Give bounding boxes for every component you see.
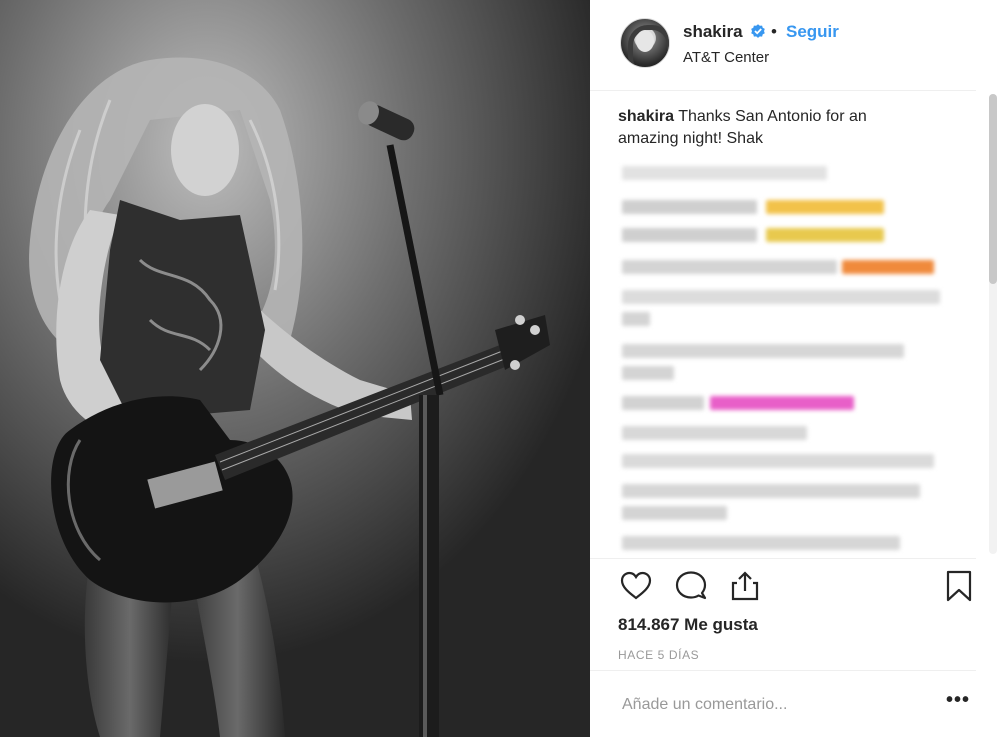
post-header: shakira • Seguir AT&T Center [590,0,976,91]
avatar-face [636,30,654,52]
blurred-comment [622,366,674,380]
blurred-comment [622,200,757,214]
username-link[interactable]: shakira [683,22,743,42]
heart-icon[interactable] [619,569,653,603]
post-photo[interactable] [0,0,590,737]
comment-input[interactable] [620,691,914,719]
likes-count[interactable]: 814.867 Me gusta [618,615,758,635]
location-link[interactable]: AT&T Center [683,49,769,66]
blurred-comment [622,166,827,180]
blurred-comment [622,484,920,498]
verified-badge-icon [751,24,765,38]
post-timestamp[interactable]: HACE 5 DÍAS [618,648,699,662]
follow-button[interactable]: Seguir [786,22,839,42]
bookmark-icon[interactable] [942,569,976,603]
add-comment-area: ••• [590,670,976,738]
comments-scrollbar[interactable] [989,94,997,554]
post-side-panel: shakira • Seguir AT&T Center shakira Tha… [590,0,1000,737]
comments-list[interactable]: shakira Thanks San Antonio for an amazin… [618,98,968,555]
blurred-comment [622,312,650,326]
post-caption: shakira Thanks San Antonio for an amazin… [618,106,918,150]
blurred-comment [622,426,807,440]
scrollbar-thumb[interactable] [989,94,997,284]
blurred-comment [622,506,727,520]
blurred-comment [622,290,940,304]
blurred-emoji [710,396,854,410]
blurred-comment [622,260,837,274]
blurred-comment [622,454,934,468]
more-options-icon[interactable]: ••• [946,689,970,712]
blurred-comment [622,536,900,550]
comment-bubble-icon[interactable] [674,569,708,603]
blurred-emoji [842,260,934,274]
concert-photo-illustration [0,0,590,737]
instagram-post: shakira • Seguir AT&T Center shakira Tha… [0,0,1000,737]
caption-username[interactable]: shakira [618,108,674,125]
share-icon[interactable] [728,569,762,603]
blurred-comment [622,228,757,242]
blurred-emoji [766,228,884,242]
header-separator: • [771,22,777,41]
blurred-comment [622,396,704,410]
blurred-emoji [766,200,884,214]
avatar[interactable] [620,18,670,68]
blurred-comment [622,344,904,358]
